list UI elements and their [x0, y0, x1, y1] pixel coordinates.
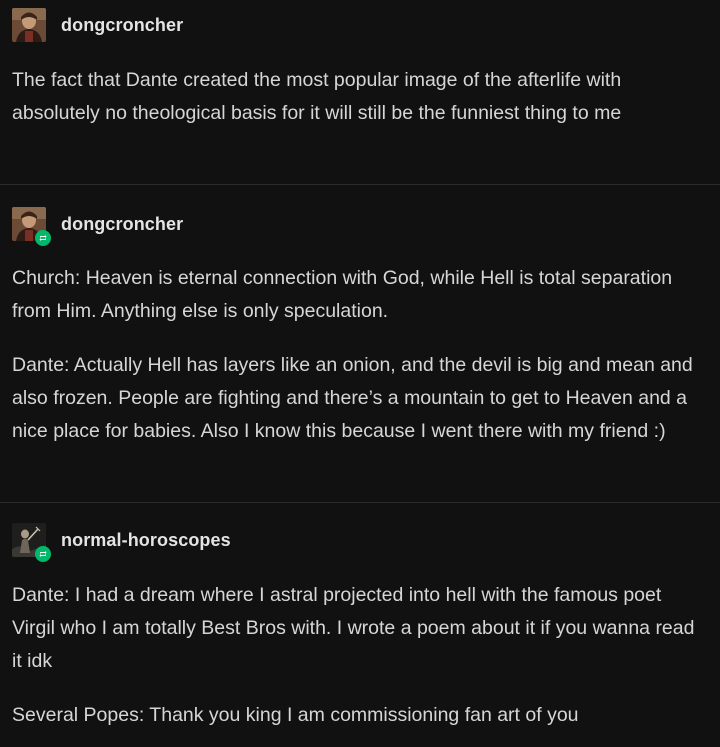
post-3: normal-horoscopes Dante: I had a dream w…	[0, 502, 720, 747]
avatar-dongcroncher[interactable]	[12, 8, 46, 42]
portrait-avatar-icon	[12, 8, 46, 42]
post-body: Dante: I had a dream where I astral proj…	[12, 579, 702, 732]
username[interactable]: dongcroncher	[61, 214, 183, 235]
avatar-dongcroncher[interactable]	[12, 207, 51, 246]
post-1: dongcroncher The fact that Dante created…	[0, 0, 720, 184]
username[interactable]: dongcroncher	[61, 15, 183, 36]
post-header: normal-horoscopes	[12, 523, 231, 562]
post-header: dongcroncher	[12, 8, 183, 42]
post-header: dongcroncher	[12, 207, 183, 246]
reblog-icon	[35, 546, 51, 562]
reblog-icon	[35, 230, 51, 246]
post-paragraph: Dante: I had a dream where I astral proj…	[12, 584, 695, 672]
post-paragraph: The fact that Dante created the most pop…	[12, 69, 622, 124]
post-body: The fact that Dante created the most pop…	[12, 64, 702, 130]
avatar-normal-horoscopes[interactable]	[12, 523, 51, 562]
post-body: Church: Heaven is eternal connection wit…	[12, 262, 702, 448]
post-paragraph: Several Popes: Thank you king I am commi…	[12, 704, 579, 726]
post-paragraph: Church: Heaven is eternal connection wit…	[12, 267, 673, 322]
post-2: dongcroncher Church: Heaven is eternal c…	[0, 184, 720, 502]
post-paragraph: Dante: Actually Hell has layers like an …	[12, 354, 693, 442]
username[interactable]: normal-horoscopes	[61, 530, 231, 551]
